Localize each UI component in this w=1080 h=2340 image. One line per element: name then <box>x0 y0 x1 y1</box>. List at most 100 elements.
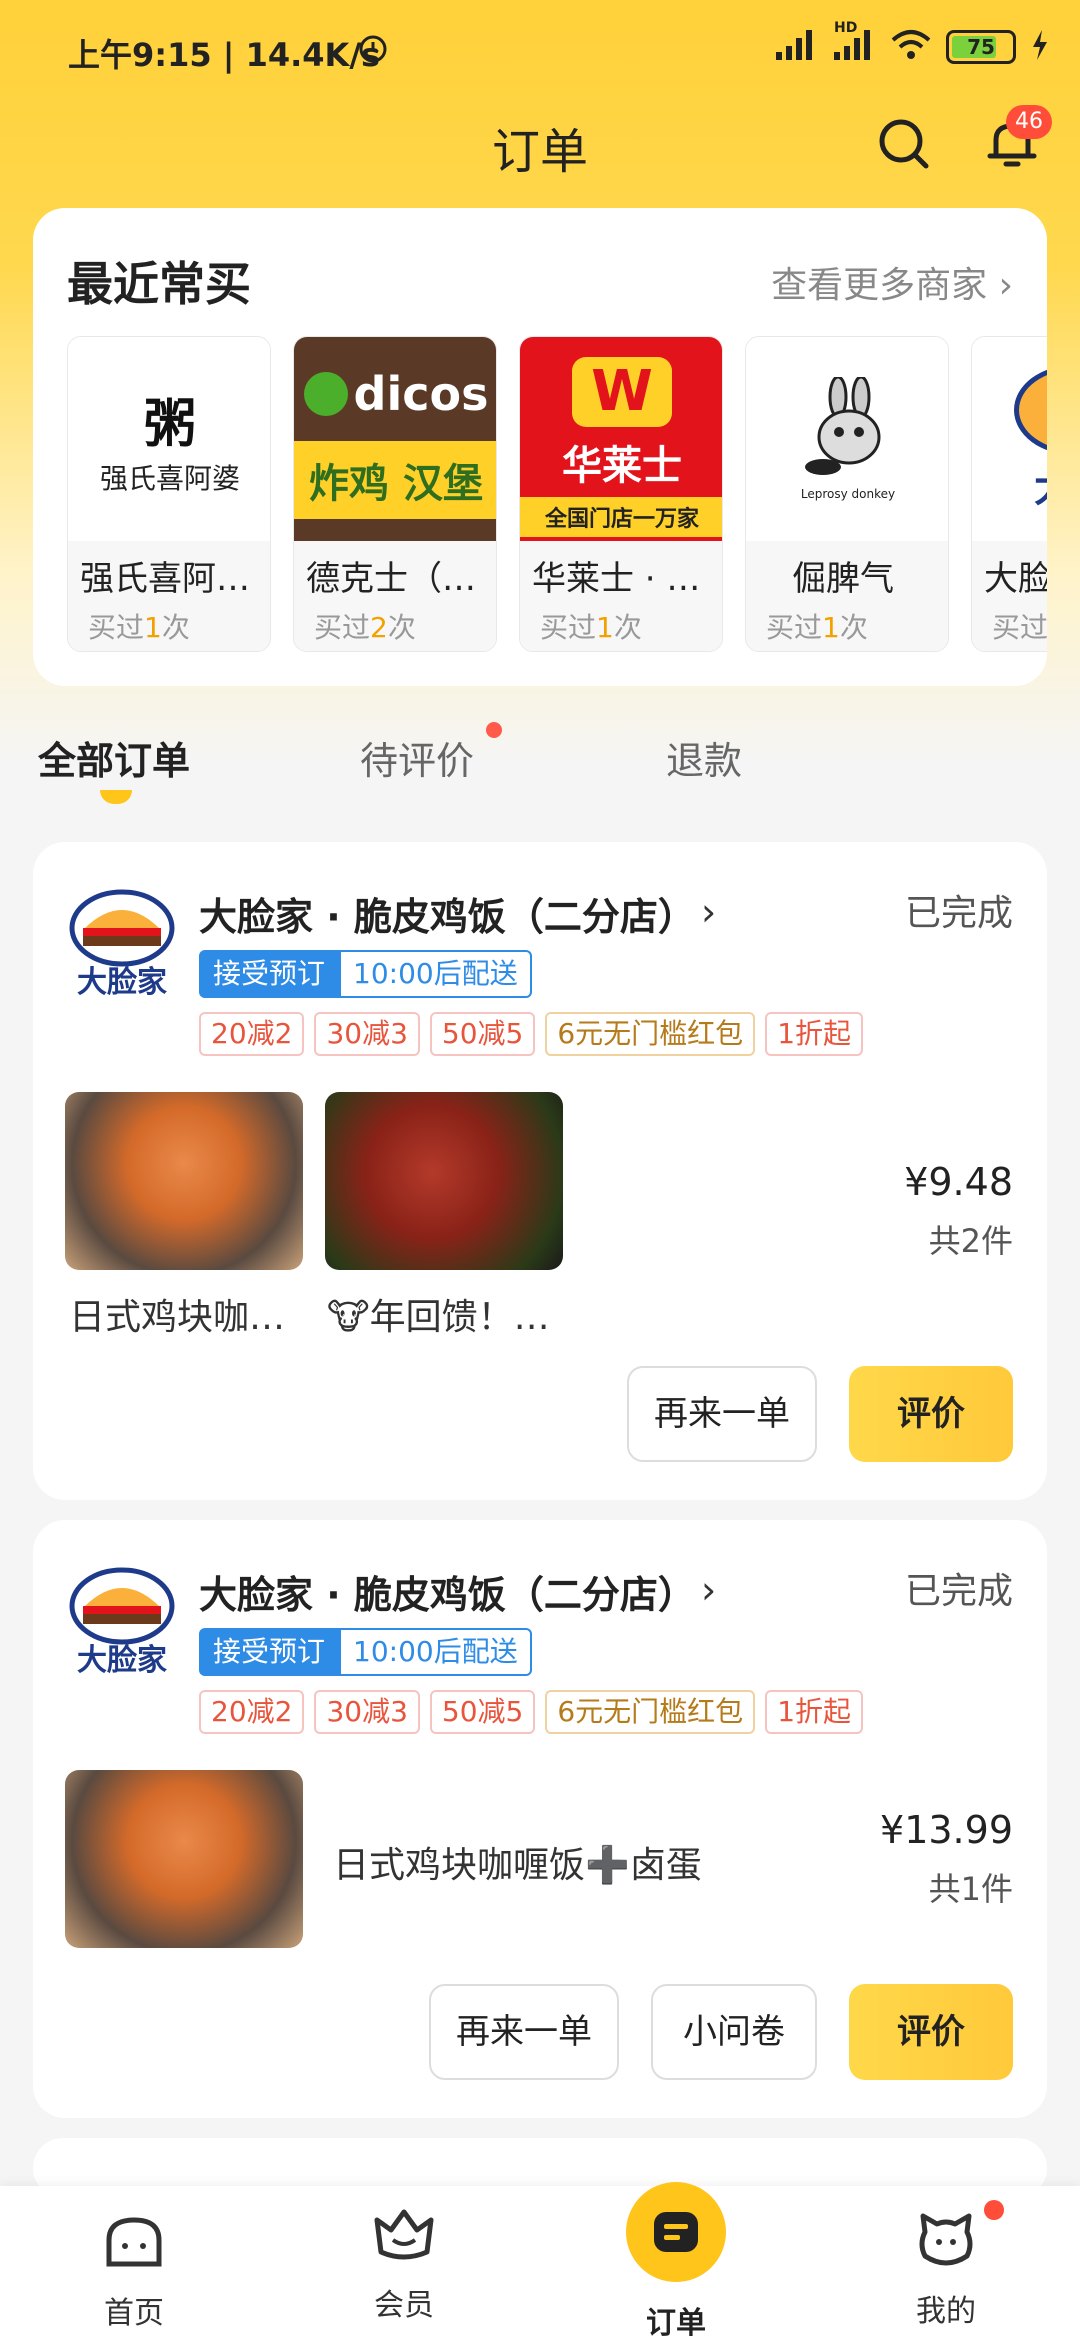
shop-name: 倔脾气 <box>792 559 894 599</box>
reorder-button[interactable]: 再来一单 <box>627 1366 817 1462</box>
promo-tags: 20减2 30减3 50减5 6元无门槛红包 1折起 <box>199 1012 864 1056</box>
preorder-pill: 接受预订 <box>199 1628 340 1676</box>
item-count: 共2件 <box>928 1222 1013 1260</box>
reorder-button[interactable]: 再来一单 <box>429 1984 619 2080</box>
status-time: 上午9:15 | 14.4K/s <box>68 36 381 74</box>
more-shops-link[interactable]: 查看更多商家 › <box>771 256 1013 308</box>
svg-text:大脸家: 大脸家 <box>77 1643 167 1678</box>
order-tabs: 全部订单 待评价 退款 <box>0 730 1080 820</box>
nav-mine[interactable]: 我的 <box>846 2206 1046 2330</box>
order-status: 已完成 <box>904 1571 1013 1612</box>
home-icon <box>106 2217 162 2267</box>
order-card[interactable]: 大脸家 大脸家 · 脆皮鸡饭（二分店） › 已完成 接受预订 10:00后配送 … <box>33 1520 1047 2118</box>
delivery-pills: 接受预订 10:00后配送 <box>199 1628 532 1676</box>
member-icon <box>374 2209 434 2260</box>
shop-times: 买过1次 <box>746 600 948 646</box>
active-tab-indicator <box>100 790 132 804</box>
food-image[interactable] <box>325 1092 563 1270</box>
recent-shops-list: 粥 强氏喜阿婆 强氏喜阿… 买过1次 dicos 炸鸡 汉堡 德克士（… 买过2… <box>67 336 1047 652</box>
delivery-time-pill: 10:00后配送 <box>339 1628 532 1676</box>
nav-label: 我的 <box>916 2294 976 2329</box>
tab-pending-review[interactable]: 待评价 <box>360 730 474 785</box>
food-image[interactable] <box>65 1092 303 1270</box>
order-price: ¥9.48 <box>904 1160 1013 1204</box>
shop-logo: Leprosy donkey <box>746 337 948 541</box>
shop-logo: dicos 炸鸡 汉堡 <box>294 337 496 541</box>
survey-button[interactable]: 小问卷 <box>651 1984 817 2080</box>
promo-tag: 1折起 <box>765 1690 864 1734</box>
shop-item[interactable]: dicos 炸鸡 汉堡 德克士（… 买过2次 <box>293 336 497 652</box>
shop-logo: 大脸家 <box>63 884 181 1002</box>
shop-logo: 大脸家 <box>63 1562 181 1680</box>
review-button[interactable]: 评价 <box>849 1366 1013 1462</box>
order-status: 已完成 <box>904 893 1013 934</box>
app-header: 订单 <box>0 100 1080 210</box>
promo-tag: 6元无门槛红包 <box>545 1690 756 1734</box>
item-name: 日式鸡块咖喱饭➕卤蛋 <box>333 1845 702 1886</box>
nav-member[interactable]: 会员 <box>304 2200 504 2324</box>
shop-item[interactable]: W 华莱士 全国门店一万家 华莱士 · … 买过1次 <box>519 336 723 652</box>
promo-tag: 30减3 <box>314 1012 420 1056</box>
mine-icon <box>919 2213 973 2266</box>
shop-name[interactable]: 大脸家 · 脆皮鸡饭（二分店） <box>199 886 696 941</box>
alarm-icon <box>356 30 390 68</box>
chevron-right-icon[interactable]: › <box>701 1568 716 1612</box>
nav-label: 会员 <box>374 2288 434 2323</box>
promo-tag: 20减2 <box>199 1012 305 1056</box>
shop-name: 德克士（… <box>306 559 476 599</box>
delivery-pills: 接受预订 10:00后配送 <box>199 950 532 998</box>
signal-hd-icon: HD <box>832 20 876 66</box>
notification-badge: 46 <box>1006 105 1052 139</box>
charging-icon <box>1030 28 1050 66</box>
orders-icon <box>654 2212 698 2252</box>
item-name: 🐮年回馈！… <box>327 1297 550 1338</box>
donkey-logo-icon <box>805 377 881 475</box>
battery-icon: 75 <box>946 30 1016 64</box>
status-bar: 上午9:15 | 14.4K/s HD 75 <box>0 0 1080 100</box>
shop-name: 大脸 <box>984 559 1047 599</box>
svg-text:大脸家: 大脸家 <box>77 965 167 1000</box>
shop-item[interactable]: Leprosy donkey 倔脾气 买过1次 <box>745 336 949 652</box>
shop-logo: 大脸 <box>972 337 1047 541</box>
search-icon <box>879 119 929 169</box>
promo-tag: 30减3 <box>314 1690 420 1734</box>
item-name: 日式鸡块咖… <box>69 1297 286 1338</box>
nav-label: 订单 <box>646 2306 706 2340</box>
shop-name: 强氏喜阿… <box>80 559 250 599</box>
nav-home[interactable]: 首页 <box>34 2208 234 2332</box>
shop-times: 买过1次 <box>68 600 270 646</box>
delivery-time-pill: 10:00后配送 <box>339 950 532 998</box>
shop-times: 买过 <box>972 600 1047 646</box>
order-price: ¥13.99 <box>880 1808 1013 1852</box>
orders-icon-circle <box>626 2182 726 2282</box>
shop-name: 华莱士 · … <box>532 559 701 599</box>
recent-shops-card: 最近常买 查看更多商家 › 粥 强氏喜阿婆 强氏喜阿… 买过1次 dicos 炸… <box>33 208 1047 686</box>
shop-item[interactable]: 大脸 大脸 买过 <box>971 336 1047 652</box>
promo-tag: 20减2 <box>199 1690 305 1734</box>
shop-item[interactable]: 粥 强氏喜阿婆 强氏喜阿… 买过1次 <box>67 336 271 652</box>
review-button[interactable]: 评价 <box>849 1984 1013 2080</box>
shop-logo: 粥 强氏喜阿婆 <box>68 337 270 541</box>
shop-times: 买过1次 <box>520 600 722 646</box>
promo-tag: 50减5 <box>429 1012 536 1056</box>
tab-all-orders[interactable]: 全部订单 <box>38 730 190 785</box>
order-card[interactable]: 大脸家 大脸家 · 脆皮鸡饭（二分店） › 已完成 接受预订 10:00后配送 … <box>33 842 1047 1500</box>
tab-refund[interactable]: 退款 <box>666 730 742 785</box>
food-image[interactable] <box>65 1770 303 1948</box>
nav-orders[interactable]: 订单 <box>576 2182 776 2340</box>
promo-tags: 20减2 30减3 50减5 6元无门槛红包 1折起 <box>199 1690 864 1734</box>
promo-tag: 6元无门槛红包 <box>545 1012 756 1056</box>
mine-notification-dot <box>984 2200 1004 2220</box>
wifi-icon <box>890 28 932 66</box>
search-button[interactable] <box>872 112 936 176</box>
recent-title: 最近常买 <box>67 257 251 311</box>
shop-name[interactable]: 大脸家 · 脆皮鸡饭（二分店） <box>199 1564 696 1619</box>
item-count: 共1件 <box>928 1870 1013 1908</box>
chevron-right-icon[interactable]: › <box>701 890 716 934</box>
pending-review-dot <box>486 722 502 738</box>
promo-tag: 50减5 <box>429 1690 536 1734</box>
shop-times: 买过2次 <box>294 600 496 646</box>
signal-icon <box>774 28 818 66</box>
bottom-nav: 首页 会员 订单 我的 <box>0 2182 1080 2340</box>
preorder-pill: 接受预订 <box>199 950 340 998</box>
